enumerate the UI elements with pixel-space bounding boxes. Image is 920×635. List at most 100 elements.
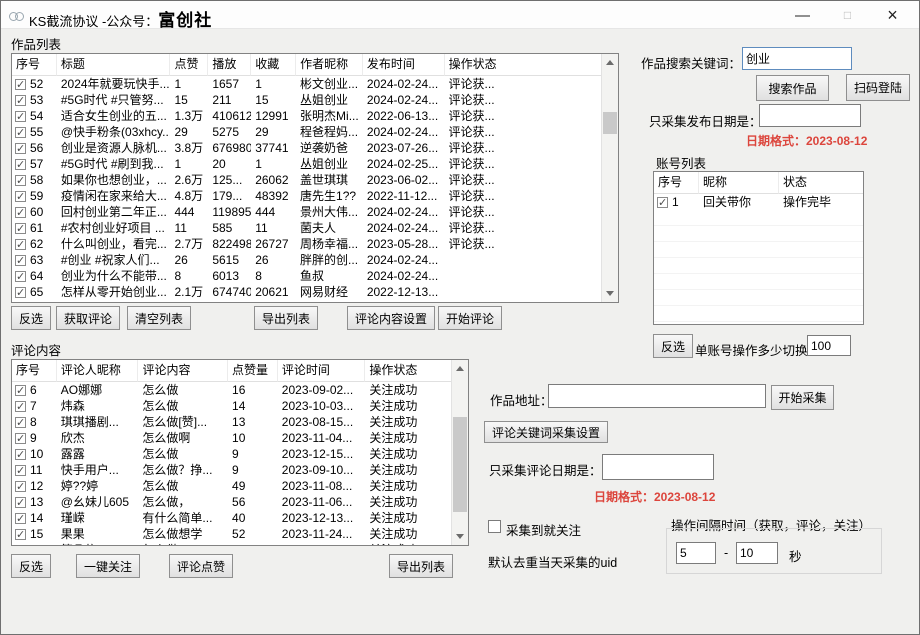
fetch-comments-button[interactable]: 获取评论 [56,306,120,330]
scroll-up-icon[interactable] [452,360,468,377]
scroll-up-icon[interactable] [602,54,618,71]
row-checkbox[interactable] [15,433,26,444]
row-checkbox[interactable] [15,175,26,186]
row-checkbox[interactable] [15,385,26,396]
close-button[interactable]: × [870,1,915,29]
works-table-row[interactable]: 57 #5G时代 #刷到我... 1 20 1 丛姐创业 2024-02-25.… [12,156,601,172]
row-checkbox[interactable] [15,239,26,250]
scroll-down-icon[interactable] [602,285,618,302]
comment-keyword-settings-button[interactable]: 评论关键词采集设置 [484,421,608,443]
works-table-row[interactable]: 63 #创业 #祝家人们... 26 5615 26 胖胖的创... 2024-… [12,252,601,268]
works-table-row[interactable]: 64 创业为什么不能带... 8 6013 8 鱼叔 2024-02-24... [12,268,601,284]
accounts-table-row[interactable]: 1 回关带你 操作完毕 [654,194,863,210]
maximize-button[interactable]: □ [825,1,870,29]
column-header[interactable]: 标题 [57,54,171,76]
row-checkbox[interactable] [15,255,26,266]
comments-invert-button[interactable]: 反选 [11,554,51,578]
comments-table-row[interactable]: 10 露露 怎么做 9 2023-12-15... 关注成功 [12,446,451,462]
interval-max-input[interactable] [736,542,778,564]
follow-on-collect-checkbox[interactable] [488,520,501,533]
column-header[interactable]: 点赞 [170,54,208,76]
publish-date-input[interactable] [759,104,861,127]
works-table-row[interactable]: 61 #农村创业好项目 ... 11 585 11 菌夫人 2024-02-24… [12,220,601,236]
column-header[interactable]: 序号 [654,172,699,194]
start-comment-button[interactable]: 开始评论 [438,306,502,330]
scroll-down-icon[interactable] [452,528,468,545]
works-table-row[interactable]: 62 什么叫创业，看完... 2.7万 822498 26727 周杨幸福...… [12,236,601,252]
minimize-button[interactable]: — [780,1,825,29]
column-header[interactable]: 播放 [208,54,251,76]
qr-login-button[interactable]: 扫码登陆 [846,74,910,101]
works-table-row[interactable]: 59 疫情闲在家来给大... 4.8万 179... 48392 唐先生1?? … [12,188,601,204]
works-table-row[interactable]: 54 适合女生创业的五... 1.3万 410612 12991 张明杰Mi..… [12,108,601,124]
row-checkbox[interactable] [15,111,26,122]
row-checkbox[interactable] [15,449,26,460]
column-header[interactable]: 作者昵称 [296,54,363,76]
comment-settings-button[interactable]: 评论内容设置 [347,306,435,330]
works-table-row[interactable]: 52 2024年就要玩快手... 1 1657 1 彬文创业... 2024-0… [12,76,601,92]
row-checkbox[interactable] [15,497,26,508]
work-url-input[interactable] [548,384,766,408]
start-collect-button[interactable]: 开始采集 [771,385,834,410]
comments-table-row[interactable]: 13 @幺妹儿605 怎么做， 56 2023-11-06... 关注成功 [12,494,451,510]
comments-table-row[interactable]: 9 欣杰 怎么做啊 10 2023-11-04... 关注成功 [12,430,451,446]
row-checkbox[interactable] [15,159,26,170]
row-checkbox[interactable] [15,529,26,540]
column-header[interactable]: 点赞量 [228,360,278,382]
search-keyword-input[interactable] [742,47,852,70]
column-header[interactable]: 序号 [12,360,57,382]
comments-table-row[interactable]: 11 快手用户... 怎么做？挣... 9 2023-09-10... 关注成功 [12,462,451,478]
works-table-row[interactable]: 65 怎样从零开始创业... 2.1万 674740 20621 网易财经 20… [12,284,601,300]
export-comments-button[interactable]: 导出列表 [389,554,453,578]
column-header[interactable]: 发布时间 [363,54,445,76]
column-header[interactable]: 操作状态 [445,54,601,76]
comments-scrollbar[interactable] [451,360,468,545]
comments-table-row[interactable]: 16 第凡信 怎么做 94 2024-01-07... 关注成功 [12,542,451,546]
row-checkbox[interactable] [657,197,668,208]
column-header[interactable]: 评论时间 [278,360,366,382]
row-checkbox[interactable] [15,271,26,282]
comments-table-row[interactable]: 14 瑾嵘 有什么简单... 40 2023-12-13... 关注成功 [12,510,451,526]
row-checkbox[interactable] [15,417,26,428]
column-header[interactable]: 收藏 [251,54,296,76]
works-scrollbar[interactable] [601,54,618,302]
row-checkbox[interactable] [15,287,26,298]
row-checkbox[interactable] [15,465,26,476]
row-checkbox[interactable] [15,95,26,106]
works-table-row[interactable]: 60 回村创业第二年正... 444 119895 444 景州大伟... 20… [12,204,601,220]
comments-table-row[interactable]: 12 婷??婷 怎么做 49 2023-11-08... 关注成功 [12,478,451,494]
column-header[interactable]: 状态 [779,172,863,194]
row-checkbox[interactable] [15,513,26,524]
works-table-row[interactable]: 55 @快手粉条(03xhcy... 29 5275 29 程爸程妈... 20… [12,124,601,140]
column-header[interactable]: 昵称 [699,172,779,194]
row-checkbox[interactable] [15,207,26,218]
row-checkbox[interactable] [15,223,26,234]
works-table-row[interactable]: 56 创业是资源人脉机... 3.8万 676980 37741 逆袭奶爸 20… [12,140,601,156]
row-checkbox[interactable] [15,191,26,202]
clear-list-button[interactable]: 清空列表 [127,306,191,330]
row-checkbox[interactable] [15,143,26,154]
like-comments-button[interactable]: 评论点赞 [169,554,233,578]
column-header[interactable]: 评论人昵称 [57,360,139,382]
account-switch-input[interactable] [807,335,851,356]
follow-all-button[interactable]: 一键关注 [76,554,140,578]
row-checkbox[interactable] [15,401,26,412]
comments-table-row[interactable]: 8 琪琪播剧... 怎么做[赞]... 13 2023-08-15... 关注成… [12,414,451,430]
works-table-row[interactable]: 58 如果你也想创业，... 2.6万 125... 26062 盖世琪琪 20… [12,172,601,188]
accounts-invert-button[interactable]: 反选 [653,334,693,358]
row-checkbox[interactable] [15,545,26,547]
row-checkbox[interactable] [15,127,26,138]
row-checkbox[interactable] [15,79,26,90]
comments-scroll-thumb[interactable] [453,417,467,512]
works-scroll-thumb[interactable] [603,112,617,134]
search-works-button[interactable]: 搜索作品 [756,75,829,101]
comments-table-row[interactable]: 6 AO娜娜 怎么做 16 2023-09-02... 关注成功 [12,382,451,398]
comment-date-input[interactable] [602,454,714,480]
row-checkbox[interactable] [15,481,26,492]
comments-table-row[interactable]: 15 果果 怎么做想学 52 2023-11-24... 关注成功 [12,526,451,542]
column-header[interactable]: 评论内容 [138,360,228,382]
interval-min-input[interactable] [676,542,716,564]
works-invert-button[interactable]: 反选 [11,306,51,330]
export-works-button[interactable]: 导出列表 [254,306,318,330]
column-header[interactable]: 操作状态 [365,360,451,382]
